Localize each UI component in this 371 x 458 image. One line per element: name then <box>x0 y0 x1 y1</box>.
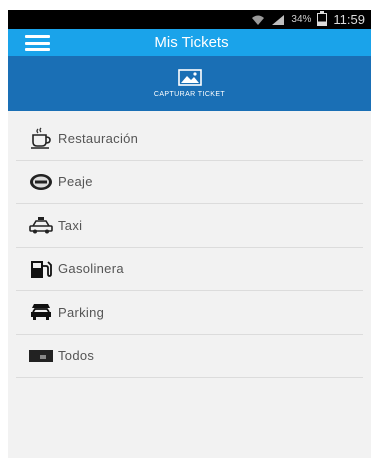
list-item-label: Restauración <box>58 130 139 146</box>
capture-ticket-button[interactable]: CAPTURAR TICKET <box>8 56 371 111</box>
battery-percent: 34% <box>291 14 312 25</box>
list-item-label: Peaje <box>58 174 93 190</box>
wifi-icon <box>251 14 265 26</box>
list-item-peaje[interactable]: Peaje <box>16 161 363 204</box>
taxi-icon <box>28 213 54 237</box>
toll-icon <box>28 170 54 194</box>
parking-car-icon <box>28 300 54 324</box>
wallet-icon <box>28 344 54 368</box>
category-list: Restauración Peaje Taxi Gasolinera Parki… <box>8 111 371 458</box>
page-title: Mis Tickets <box>154 34 229 51</box>
clock: 11:59 <box>333 12 365 27</box>
list-item-label: Parking <box>58 304 105 320</box>
list-item-label: Taxi <box>58 217 83 233</box>
list-item-todos[interactable]: Todos <box>16 335 363 378</box>
list-item-gasolinera[interactable]: Gasolinera <box>16 248 363 291</box>
battery-icon <box>317 11 328 26</box>
app-header: Mis Tickets <box>8 29 371 56</box>
list-item-taxi[interactable]: Taxi <box>16 204 363 248</box>
signal-icon <box>271 14 285 26</box>
capture-ticket-label: CAPTURAR TICKET <box>153 91 226 98</box>
list-item-restauracion[interactable]: Restauración <box>16 117 363 161</box>
fuel-pump-icon <box>28 257 54 281</box>
hamburger-menu-icon[interactable] <box>25 35 50 51</box>
status-bar: 34% 11:59 <box>8 10 371 29</box>
list-item-parking[interactable]: Parking <box>16 291 363 335</box>
list-item-label: Todos <box>58 348 95 364</box>
coffee-cup-icon <box>28 126 54 150</box>
list-item-label: Gasolinera <box>58 261 124 277</box>
photo-icon <box>177 69 202 86</box>
